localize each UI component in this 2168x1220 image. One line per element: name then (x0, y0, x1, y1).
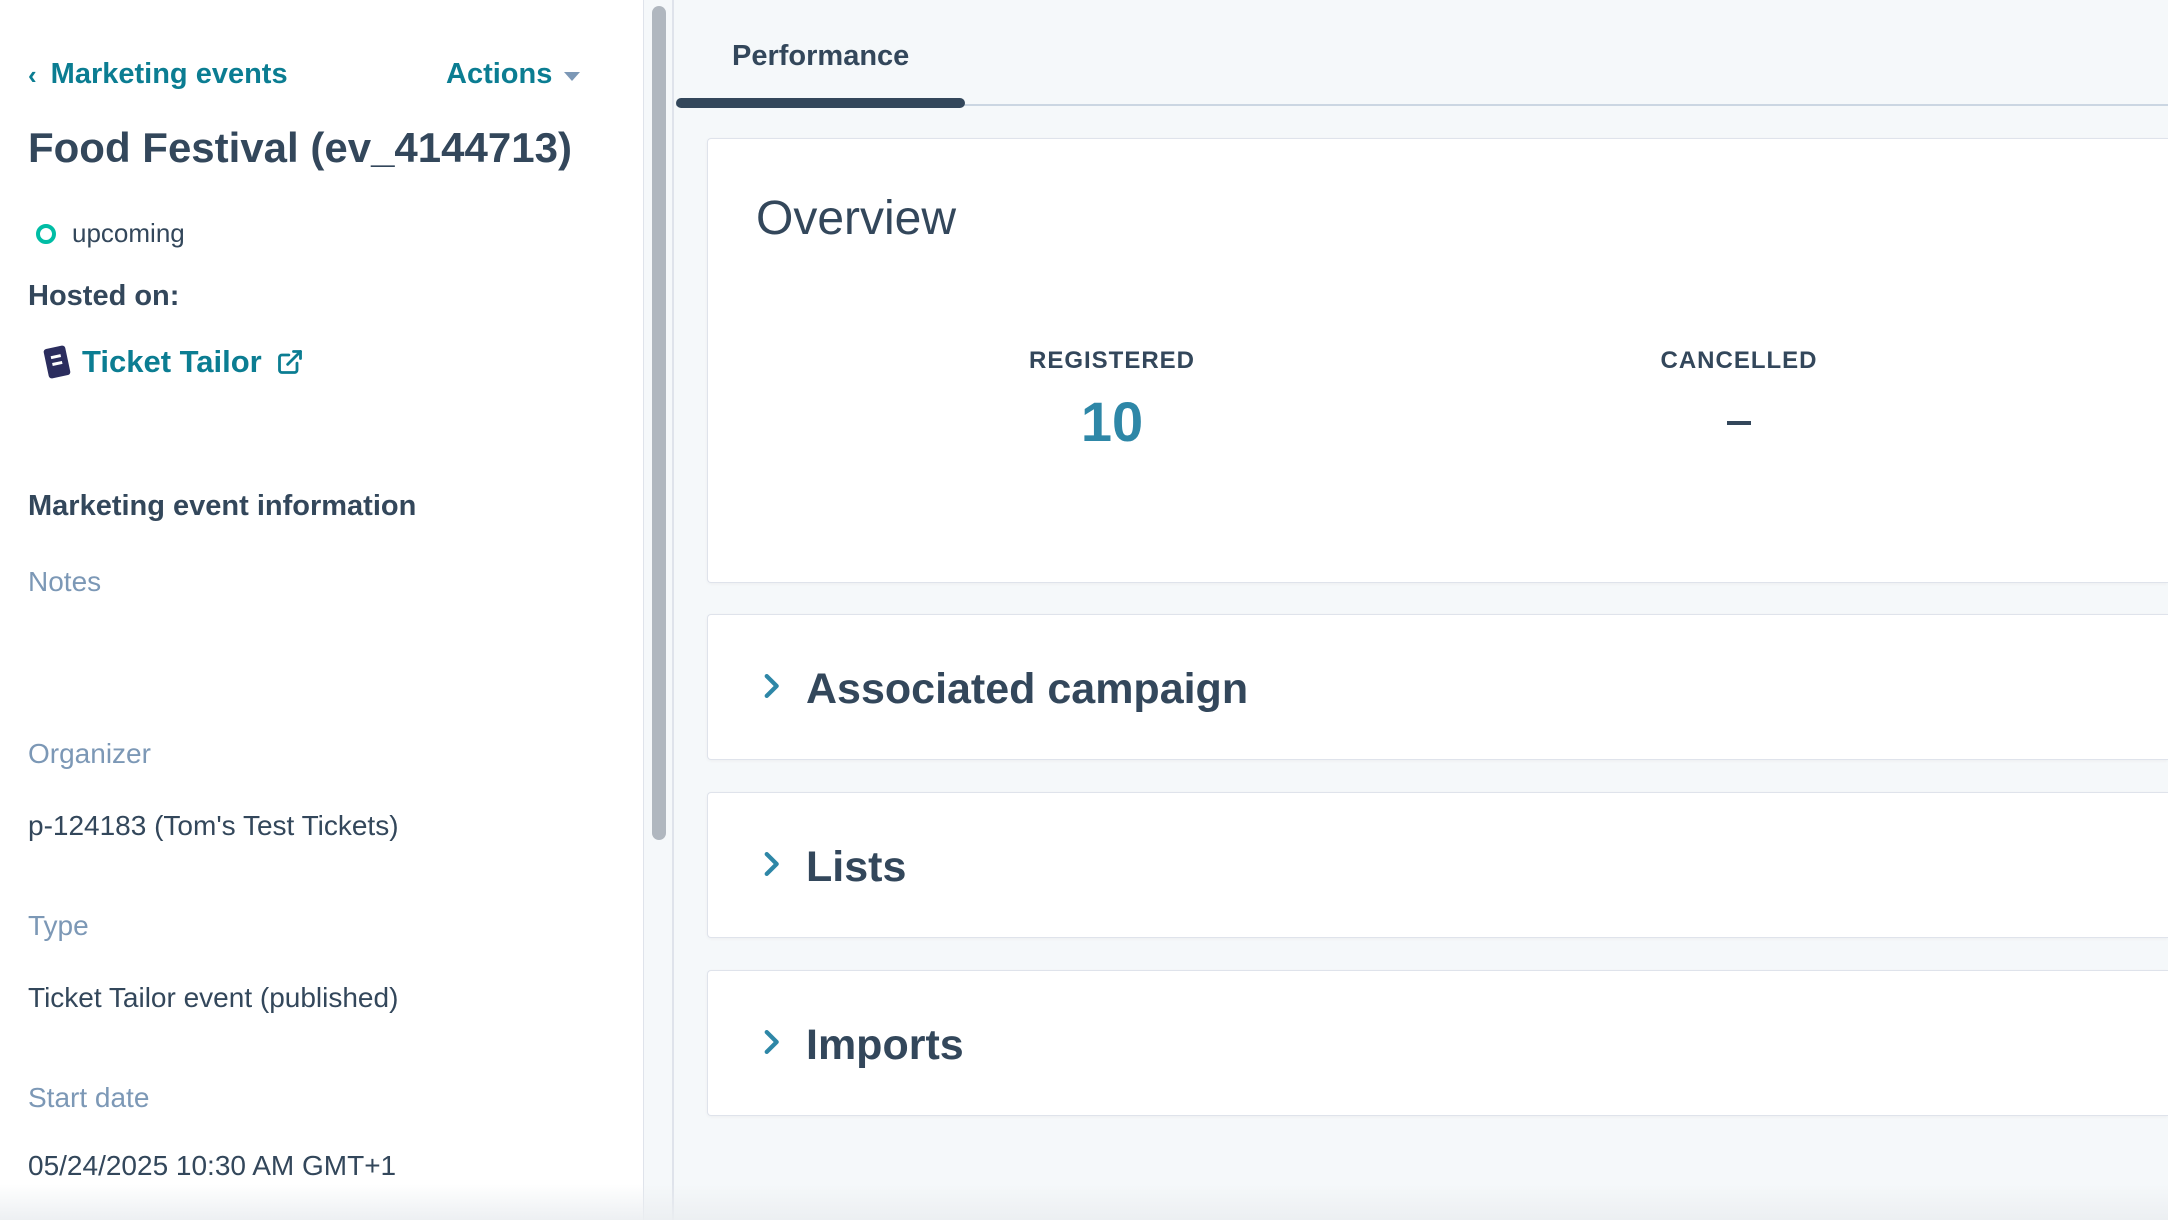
event-title: Food Festival (ev_4144713) (28, 124, 572, 171)
start-date-label: Start date (28, 1082, 150, 1113)
sidebar: ‹ Marketing events Actions Food Festival… (0, 0, 644, 1220)
status-label: upcoming (72, 218, 185, 248)
chevron-right-icon (764, 673, 779, 699)
host-name: Ticket Tailor (82, 344, 262, 379)
tab-bar: Performance (676, 0, 2168, 108)
organizer-value: p-124183 (Tom's Test Tickets) (28, 810, 399, 841)
lists-title: Lists (806, 843, 907, 891)
overview-card: Overview REGISTERED 10 CANCELLED (707, 138, 2168, 583)
caret-down-icon (564, 72, 581, 81)
sidebar-scrollbar-thumb[interactable] (652, 6, 666, 840)
associated-campaign-card[interactable]: Associated campaign (707, 614, 2168, 760)
metric-cancelled-label: CANCELLED (1660, 347, 1818, 374)
active-tab-indicator (676, 98, 965, 108)
metric-cancelled-empty-dash (1727, 421, 1751, 425)
associated-campaign-title: Associated campaign (806, 665, 1249, 713)
chevron-left-icon: ‹ (28, 59, 37, 90)
back-to-marketing-events-link[interactable]: ‹ Marketing events (28, 58, 288, 91)
imports-title: Imports (806, 1021, 964, 1069)
chevron-right-icon (764, 851, 779, 877)
lists-card[interactable]: Lists (707, 792, 2168, 938)
type-value: Ticket Tailor event (published) (28, 982, 399, 1013)
overview-title: Overview (756, 192, 957, 245)
back-link-label: Marketing events (50, 58, 288, 90)
ticket-tailor-logo-icon (43, 345, 71, 379)
page: ‹ Marketing events Actions Food Festival… (0, 0, 2168, 1220)
actions-dropdown[interactable]: Actions (446, 58, 581, 91)
external-link-icon (277, 350, 302, 374)
event-info-section-title: Marketing event information (28, 490, 417, 522)
metric-registered-value: 10 (1080, 390, 1144, 453)
actions-label: Actions (446, 58, 553, 90)
imports-card[interactable]: Imports (707, 970, 2168, 1116)
metric-cancelled: CANCELLED (1589, 347, 1889, 425)
start-date-value: 05/24/2025 10:30 AM GMT+1 (28, 1150, 397, 1181)
metric-registered-label: REGISTERED (1028, 347, 1196, 374)
bottom-fade (0, 1184, 2168, 1220)
organizer-label: Organizer (28, 738, 151, 769)
notes-label: Notes (28, 566, 102, 597)
hosted-on-label: Hosted on: (28, 280, 180, 312)
metric-registered: REGISTERED 10 (962, 347, 1262, 454)
main-content: Performance Overview REGISTERED 10 CANCE… (676, 0, 2168, 1220)
type-label: Type (28, 910, 89, 941)
status-ring-icon (36, 223, 56, 244)
host-link[interactable]: Ticket Tailor (43, 344, 304, 380)
status-badge: upcoming (36, 218, 185, 249)
tab-performance[interactable]: Performance (732, 40, 909, 73)
chevron-right-icon (764, 1029, 779, 1055)
